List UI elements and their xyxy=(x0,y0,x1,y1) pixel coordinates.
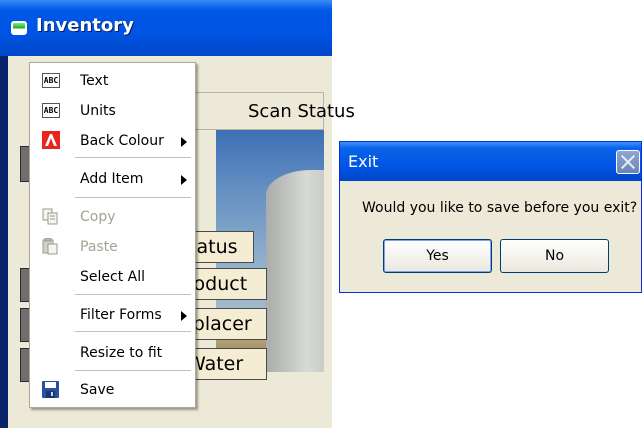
menu-item-units[interactable]: ABC Units xyxy=(30,96,195,126)
abc-icon: ABC xyxy=(42,73,60,88)
abc-icon: ABC xyxy=(42,103,60,118)
scan-status-header: Scan Status xyxy=(195,92,355,130)
menu-separator xyxy=(75,197,191,198)
submenu-arrow-icon xyxy=(181,137,187,147)
scan-status-label: Scan Status xyxy=(248,101,355,122)
exit-dialog-title: Exit xyxy=(348,152,379,171)
paste-icon xyxy=(42,238,58,255)
menu-item-label: Paste xyxy=(80,239,118,255)
yes-button[interactable]: Yes xyxy=(383,239,492,273)
menu-separator xyxy=(75,157,191,158)
submenu-arrow-icon xyxy=(181,311,187,321)
menu-item-add-item[interactable]: Add Item xyxy=(30,164,195,194)
exit-dialog: Exit Would you like to save before you e… xyxy=(339,141,642,293)
copy-icon xyxy=(42,208,58,225)
menu-item-filter-forms[interactable]: Filter Forms xyxy=(30,300,195,330)
menu-item-label: Back Colour xyxy=(80,133,164,149)
menu-separator xyxy=(75,331,191,332)
menu-item-resize-to-fit[interactable]: Resize to fit xyxy=(30,338,195,368)
menu-item-label: Resize to fit xyxy=(80,345,163,361)
menu-item-back-colour[interactable]: Back Colour xyxy=(30,126,195,156)
close-icon[interactable] xyxy=(616,150,640,174)
no-button[interactable]: No xyxy=(500,239,609,273)
menu-item-save[interactable]: Save xyxy=(30,375,195,405)
menu-item-label: Filter Forms xyxy=(80,307,162,323)
menu-item-text[interactable]: ABC Text xyxy=(30,66,195,96)
floppy-disk-icon xyxy=(42,381,59,398)
storage-tank-image xyxy=(266,170,324,372)
app-window-icon xyxy=(11,21,27,35)
submenu-arrow-icon xyxy=(181,175,187,185)
exit-dialog-titlebar[interactable]: Exit xyxy=(340,142,641,181)
inventory-titlebar[interactable]: Inventory xyxy=(0,0,332,56)
menu-item-label: Copy xyxy=(80,209,116,225)
menu-item-label: Select All xyxy=(80,269,145,285)
menu-item-label: Add Item xyxy=(80,171,144,187)
inventory-title: Inventory xyxy=(36,15,134,36)
menu-separator xyxy=(75,370,191,371)
menu-separator xyxy=(75,294,191,295)
context-menu: ABC Text ABC Units Back Colour Add Item … xyxy=(29,62,196,408)
menu-item-label: Save xyxy=(80,382,115,398)
menu-item-copy[interactable]: Copy xyxy=(30,202,195,232)
menu-item-paste[interactable]: Paste xyxy=(30,232,195,262)
menu-item-select-all[interactable]: Select All xyxy=(30,262,195,292)
menu-item-label: Text xyxy=(80,73,109,89)
font-color-icon xyxy=(42,131,60,149)
menu-item-label: Units xyxy=(80,103,116,119)
exit-dialog-message: Would you like to save before you exit? xyxy=(362,200,638,216)
